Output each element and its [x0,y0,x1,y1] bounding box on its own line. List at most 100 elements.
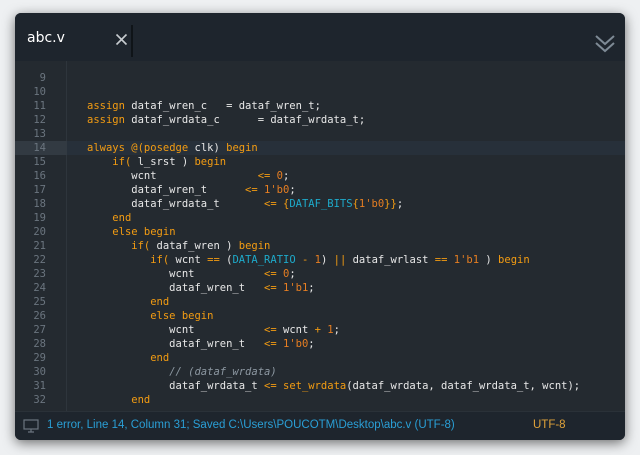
code-token: wcnt [87,324,265,336]
line-number: 20 [33,226,46,238]
double-chevron-down-icon[interactable] [594,33,616,53]
line-number: 16 [33,170,46,182]
code-line[interactable]: 13 [15,127,625,141]
code-token: end [150,352,170,364]
code-line[interactable]: 14 always @(posedge clk) begin [15,141,625,155]
code-line[interactable]: 12 assign dataf_wrdata_c = dataf_wrdata_t… [15,113,625,127]
close-icon[interactable] [115,33,128,46]
code-text: if( wcnt == (DATA_RATIO - 1) || dataf_wr… [87,253,530,267]
code-lines: 9 10 11 assign dataf_wren_c = dataf_wren_t;… [15,71,625,407]
code-text: dataf_wren_t <= 1'b0; [87,337,314,351]
code-token: ; [333,324,340,336]
line-number: 12 [33,114,46,126]
code-text: end [87,351,169,365]
line-number: 21 [33,240,46,252]
code-line[interactable]: 30 // (dataf_wrdata) [15,365,625,379]
code-line[interactable]: 16 wcnt <= 0; [15,169,625,183]
code-line[interactable]: 31 dataf_wrdata_t <= set_wrdata(dataf_wr… [15,379,625,393]
code-line[interactable]: 19 end [15,211,625,225]
code-line[interactable]: 32 end [15,393,625,407]
code-line[interactable]: 18 dataf_wrdata_t <= {DATAF_BITS{1'b0}}; [15,197,625,211]
code-line[interactable]: 20 else begin [15,225,625,239]
code-token: else begin [112,226,176,238]
line-number: 28 [33,338,46,350]
code-token: dataf_wrlast [346,254,435,266]
code-line[interactable]: 29 end [15,351,625,365]
code-line[interactable]: 27 wcnt <= wcnt + 1; [15,323,625,337]
code-token: end [131,394,151,406]
code-token: set_wrdata [283,380,347,392]
code-token: l_srst ) [131,156,195,168]
code-token: <= [264,268,277,280]
code-text: end [87,295,169,309]
code-line[interactable]: 28 dataf_wren_t <= 1'b0; [15,337,625,351]
code-token: wcnt [87,170,258,182]
code-token: assign [87,100,125,112]
code-line[interactable]: 25 end [15,295,625,309]
line-number: 23 [33,268,46,280]
code-line[interactable]: 24 dataf_wren_t <= 1'b1; [15,281,625,295]
code-token: else begin [150,310,214,322]
code-text: assign dataf_wren_c = dataf_wren_t; [87,99,321,113]
code-token: wcnt [169,254,208,266]
code-token: assign [87,114,125,126]
code-token: begin [238,240,271,252]
code-line[interactable]: 9 [15,71,625,85]
code-token: wcnt [87,268,265,280]
tab-label: abc.v [27,30,65,46]
code-text: assign dataf_wrdata_c = dataf_wrdata_t; [87,113,365,127]
line-number: 10 [33,86,46,98]
line-number: 19 [33,212,46,224]
line-number: 9 [39,72,46,84]
line-number: 22 [33,254,46,266]
code-line[interactable]: 23 wcnt <= 0; [15,267,625,281]
code-editor[interactable]: 9 10 11 assign dataf_wren_c = dataf_wren_t;… [15,61,625,411]
tab-bar: abc.v [15,13,625,67]
code-text: else begin [87,225,176,239]
code-line[interactable]: 10 [15,85,625,99]
code-text: if( dataf_wren ) begin [87,239,270,253]
status-message: 1 error, Line 14, Column 31; Saved C:\Us… [47,419,455,431]
code-token: begin [498,254,530,266]
code-token: 1'b0 [358,198,385,210]
code-text: dataf_wrdata_t <= {DATAF_BITS{1'b0}}; [87,197,403,211]
code-token: <= [264,282,277,294]
line-number: 18 [33,198,46,210]
code-token: end [112,212,132,224]
code-line[interactable]: 17 dataf_wren_t <= 1'b0; [15,183,625,197]
code-text: if( l_srst ) begin [87,155,226,169]
code-token: dataf_wren_t [87,184,246,196]
code-token: == [434,254,448,266]
code-token: // (dataf_wrdata) [169,366,277,378]
code-token: dataf_wrdata_c = dataf_wrdata_t; [124,114,366,126]
tab-abc-v[interactable]: abc.v [21,25,135,67]
editor-window: abc.v 9 10 11 assign dataf_wren_c = dataf_w… [15,13,625,440]
encoding-indicator[interactable]: UTF-8 [533,419,566,431]
code-line[interactable]: 15 if( l_srst ) begin [15,155,625,169]
monitor-icon[interactable] [23,419,39,433]
code-token: ; [396,198,404,210]
code-token: posedge [143,142,189,154]
code-text: wcnt <= 0; [87,169,289,183]
line-number: 13 [33,128,46,140]
code-token: always [87,142,125,154]
code-token: <= [264,380,277,392]
code-token: <= [264,198,277,210]
status-bar: 1 error, Line 14, Column 31; Saved C:\Us… [15,411,625,440]
code-line[interactable]: 11 assign dataf_wren_c = dataf_wren_t; [15,99,625,113]
code-line[interactable]: 21 if( dataf_wren ) begin [15,239,625,253]
code-token: dataf_wrdata_t [87,380,265,392]
code-text: else begin [87,309,213,323]
code-line[interactable]: 22 if( wcnt == (DATA_RATIO - 1) || dataf… [15,253,625,267]
line-number: 17 [33,184,46,196]
code-token: if( [112,156,132,168]
code-token: 1'b1 [453,254,480,266]
code-text: dataf_wren_t <= 1'b0; [87,183,295,197]
code-line[interactable]: 26 else begin [15,309,625,323]
